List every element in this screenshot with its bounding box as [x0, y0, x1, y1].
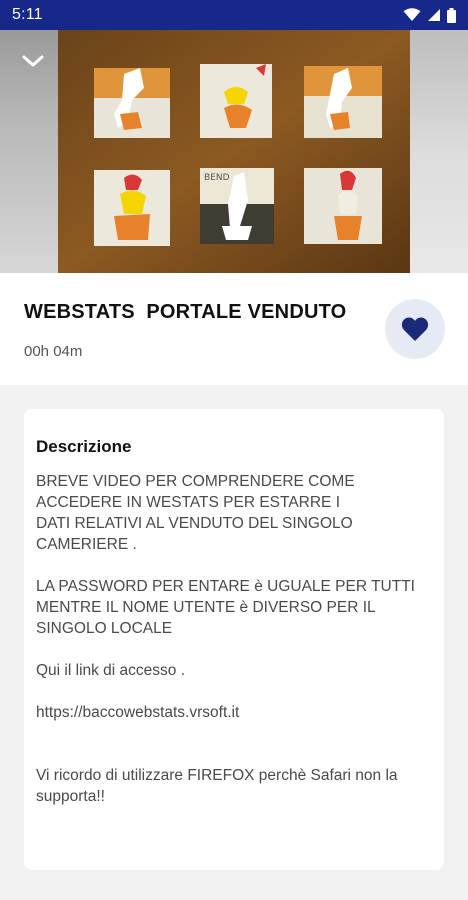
favorite-button[interactable] — [385, 299, 445, 359]
chevron-down-icon[interactable] — [20, 48, 46, 74]
hero-right-backdrop — [410, 30, 468, 273]
video-thumbnail[interactable]: BEND — [0, 30, 468, 273]
video-header: WEBSTATS PORTALE VENDUTO 00h 04m — [0, 273, 468, 385]
heart-icon — [401, 317, 429, 341]
thumbnail-image: BEND — [58, 30, 410, 273]
signal-icon — [428, 9, 440, 21]
svg-text:BEND: BEND — [204, 173, 230, 183]
video-title: WEBSTATS PORTALE VENDUTO — [24, 301, 347, 323]
description-heading: Descrizione — [36, 437, 132, 456]
status-time: 5:11 — [12, 6, 43, 23]
description-text: BREVE VIDEO PER COMPRENDERE COME ACCEDER… — [36, 473, 415, 805]
battery-icon — [447, 7, 456, 23]
wifi-icon — [403, 8, 421, 21]
description-card: Descrizione BREVE VIDEO PER COMPRENDERE … — [24, 409, 444, 870]
video-duration: 00h 04m — [24, 343, 83, 360]
status-icons — [403, 7, 456, 23]
status-bar: 5:11 — [0, 0, 468, 30]
